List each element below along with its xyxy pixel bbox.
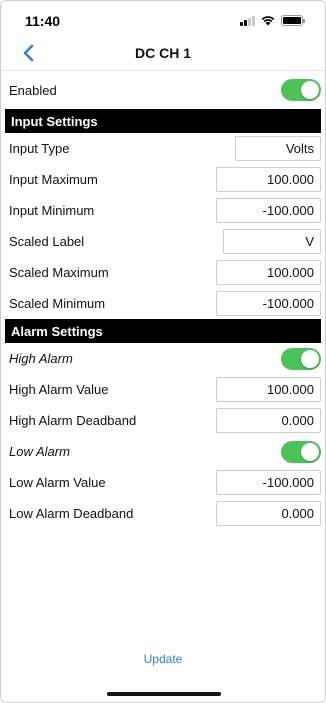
low-alarm-value-row: Low Alarm Value [1,467,325,498]
settings-list: Enabled Input Settings Input Type Input … [1,71,325,529]
device-screen: 11:40 DC CH 1 Enabled Input Settings Inp… [0,0,326,703]
scaled-label-row: Scaled Label [1,226,325,257]
high-alarm-deadband-row: High Alarm Deadband [1,405,325,436]
low-alarm-row: Low Alarm [1,436,325,467]
input-maximum-row: Input Maximum [1,164,325,195]
high-alarm-deadband-label: High Alarm Deadband [9,413,137,428]
status-bar: 11:40 [1,1,325,37]
toggle-knob [301,442,319,461]
home-indicator [107,692,221,696]
low-alarm-deadband-row: Low Alarm Deadband [1,498,325,529]
high-alarm-value-row: High Alarm Value [1,374,325,405]
toggle-knob [301,349,319,368]
input-minimum-field[interactable] [216,198,321,223]
enabled-toggle[interactable] [281,79,321,101]
input-settings-header: Input Settings [5,109,321,133]
low-alarm-toggle[interactable] [281,440,321,463]
low-alarm-value-label: Low Alarm Value [9,475,106,490]
high-alarm-value-label: High Alarm Value [9,382,109,397]
page-title: DC CH 1 [134,45,191,61]
update-button[interactable]: Update [1,652,325,666]
scaled-maximum-label: Scaled Maximum [9,265,109,280]
high-alarm-row: High Alarm [1,343,325,374]
low-alarm-value-field[interactable] [216,470,321,495]
high-alarm-deadband-field[interactable] [216,408,321,433]
toggle-knob [301,81,319,99]
low-alarm-deadband-label: Low Alarm Deadband [9,506,134,521]
input-type-field[interactable] [235,136,321,161]
input-type-row: Input Type [1,133,325,164]
input-maximum-field[interactable] [216,167,321,192]
scaled-maximum-field[interactable] [216,260,321,285]
input-type-label: Input Type [9,141,70,156]
cellular-signal-icon [240,15,255,26]
low-alarm-deadband-field[interactable] [216,501,321,526]
input-maximum-label: Input Maximum [9,172,98,187]
status-icons [240,15,305,26]
high-alarm-label: High Alarm [9,351,73,366]
enabled-label: Enabled [9,82,57,98]
alarm-settings-header: Alarm Settings [5,319,321,343]
scaled-maximum-row: Scaled Maximum [1,257,325,288]
input-minimum-row: Input Minimum [1,195,325,226]
scaled-label-label: Scaled Label [9,234,85,249]
battery-icon [281,15,305,26]
status-time: 11:40 [25,13,61,29]
high-alarm-value-field[interactable] [216,377,321,402]
scaled-label-field[interactable] [223,229,321,254]
input-minimum-label: Input Minimum [9,203,95,218]
scaled-minimum-label: Scaled Minimum [9,296,106,311]
scaled-minimum-row: Scaled Minimum [1,288,325,319]
scaled-minimum-field[interactable] [216,291,321,316]
high-alarm-toggle[interactable] [281,347,321,370]
navigation-bar: DC CH 1 [1,37,325,71]
low-alarm-label: Low Alarm [9,444,70,459]
enabled-row: Enabled [1,71,325,109]
wifi-icon [261,16,275,26]
